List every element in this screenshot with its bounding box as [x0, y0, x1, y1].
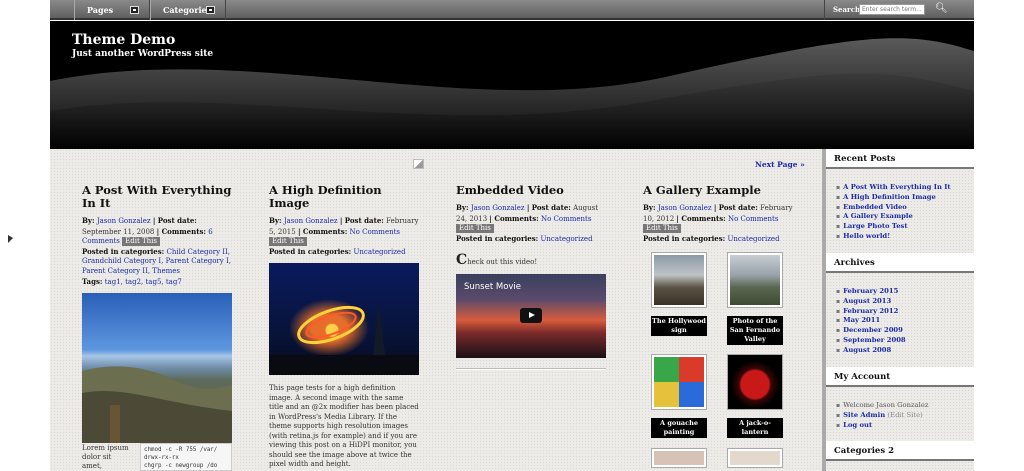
post-meta: By: Jason Gonzalez | Post date: February… — [269, 216, 419, 256]
archives-list: February 2015 August 2013 February 2012 … — [836, 287, 906, 356]
mouse-cursor-icon — [8, 235, 13, 243]
edit-post-button[interactable]: Edit This — [122, 237, 161, 247]
list-item[interactable]: February 2012 — [836, 307, 906, 317]
list-item[interactable]: Embedded Video — [836, 203, 951, 213]
gallery-thumb[interactable] — [651, 448, 707, 469]
next-page-link[interactable]: Next Page » — [755, 160, 805, 169]
post-excerpt: Lorem ipsum dolor sit amet, consectetuer — [82, 444, 129, 470]
author-link[interactable]: Jason Gonzalez — [284, 217, 338, 225]
edit-site-link: (Edit Site) — [887, 410, 923, 419]
list-item[interactable]: A Post With Everything In It — [836, 183, 951, 193]
post-hd-image: A High Definition Image By: Jason Gonzal… — [269, 184, 419, 471]
logout-link: Log out — [843, 420, 873, 429]
image-gallery: The Hollywood sign Photo of the San Fern… — [643, 252, 793, 469]
post-body: This page tests for a high definition im… — [269, 384, 419, 469]
top-nav-bar: Pages Categories Search: 🔍︎ — [50, 0, 974, 20]
nav-categories-label: Categories — [163, 5, 212, 15]
post-meta: By: Jason Gonzalez | Post date: February… — [643, 203, 793, 243]
list-item[interactable]: February 2015 — [836, 287, 906, 297]
gallery-thumb-valley[interactable] — [727, 252, 783, 309]
edit-post-button[interactable]: Edit This — [269, 237, 307, 247]
category-links[interactable]: Uncategorized — [728, 235, 780, 243]
list-item[interactable]: December 2009 — [836, 326, 906, 336]
comments-link[interactable]: No Comments — [350, 228, 400, 236]
nav-categories-menu[interactable]: Categories — [150, 0, 226, 20]
video-title[interactable]: Sunset Movie — [464, 282, 521, 292]
gallery-thumb-hollywood[interactable] — [651, 252, 707, 309]
post-title[interactable]: A Post With Everything In It — [82, 184, 232, 210]
nav-pages-label: Pages — [87, 5, 114, 15]
main-content: Next Page » A Post With Everything In It… — [50, 149, 822, 471]
gallery-caption: The Hollywood sign — [651, 316, 707, 337]
gallery-caption: Photo of the San Fernando Valley — [727, 316, 783, 346]
nav-pages-menu[interactable]: Pages — [74, 0, 150, 20]
author-link[interactable]: Jason Gonzalez — [97, 217, 151, 225]
gallery-thumb[interactable] — [727, 448, 783, 469]
video-player[interactable]: Sunset Movie — [456, 274, 606, 359]
list-item[interactable]: Site Admin (Edit Site) — [836, 411, 928, 421]
list-item[interactable]: September 2008 — [836, 336, 906, 346]
list-item[interactable]: A High Definition Image — [836, 193, 951, 203]
sidebar: Recent Posts A Post With Everything In I… — [822, 149, 974, 471]
post-everything: A Post With Everything In It By: Jason G… — [82, 184, 232, 444]
account-list: Welcome Jason Gonzalez Site Admin (Edit … — [836, 401, 928, 430]
site-admin-link: Site Admin — [843, 410, 886, 419]
search-input[interactable] — [859, 4, 925, 15]
edit-post-button[interactable]: Edit This — [643, 224, 681, 234]
list-item[interactable]: Log out — [836, 421, 928, 431]
dropdown-icon — [130, 6, 139, 14]
category-links[interactable]: Uncategorized — [354, 248, 406, 256]
site-title[interactable]: Theme Demo — [72, 32, 175, 48]
coastal-landscape-image — [82, 293, 232, 444]
post-gallery: A Gallery Example By: Jason Gonzalez | P… — [643, 184, 793, 469]
header-wave-graphic — [50, 38, 974, 149]
drop-cap: C — [456, 252, 468, 269]
list-item[interactable]: August 2013 — [836, 297, 906, 307]
widget-title-my-account: My Account — [826, 367, 974, 387]
post-title[interactable]: A Gallery Example — [643, 184, 793, 197]
gallery-thumb-gouache[interactable] — [651, 354, 707, 411]
fairground-ride-image — [269, 263, 419, 376]
list-item[interactable]: Large Photo Test — [836, 222, 951, 232]
widget-title-archives: Archives — [826, 253, 974, 273]
author-link[interactable]: Jason Gonzalez — [658, 204, 712, 212]
comments-link[interactable]: No Comments — [541, 215, 591, 223]
recent-posts-list: A Post With Everything In It A High Defi… — [836, 183, 951, 242]
widget-title-categories: Categories 2 — [826, 441, 974, 461]
author-link[interactable]: Jason Gonzalez — [471, 204, 525, 212]
list-item[interactable]: A Gallery Example — [836, 212, 951, 222]
page-curl-icon — [413, 159, 424, 169]
search-icon[interactable]: 🔍︎ — [935, 3, 948, 15]
post-meta: By: Jason Gonzalez | Post date: August 2… — [456, 203, 599, 243]
list-item[interactable]: August 2008 — [836, 346, 906, 356]
gallery-caption: A gouache painting — [651, 418, 707, 439]
post-meta: By: Jason Gonzalez | Post date: Septembe… — [82, 216, 231, 286]
post-divider — [456, 368, 606, 371]
dropdown-icon — [206, 6, 215, 14]
play-icon[interactable] — [520, 308, 542, 324]
edit-post-button[interactable]: Edit This — [456, 224, 494, 234]
list-item[interactable]: Hello world! — [836, 232, 951, 242]
widget-title-recent-posts: Recent Posts — [826, 149, 974, 169]
gallery-caption: A jack-o-lantern — [727, 418, 783, 439]
tag-links[interactable]: tag1, tag2, tag5, tag7 — [105, 278, 182, 286]
video-intro: Check out this video! — [456, 252, 538, 269]
site-header: Theme Demo Just another WordPress site — [50, 21, 974, 149]
post-title[interactable]: A High Definition Image — [269, 184, 419, 210]
search-area: Search: 🔍︎ — [824, 0, 974, 20]
site-description: Just another WordPress site — [72, 49, 214, 59]
gallery-thumb-jack-o-lantern[interactable] — [727, 354, 783, 411]
list-item[interactable]: May 2011 — [836, 316, 906, 326]
list-item: Welcome Jason Gonzalez — [836, 401, 928, 411]
post-embedded-video: Embedded Video By: Jason Gonzalez | Post… — [456, 184, 606, 371]
post-title[interactable]: Embedded Video — [456, 184, 606, 197]
category-links[interactable]: Uncategorized — [541, 235, 593, 243]
code-block: chmod -c -R 755 /var/ drwx-rx-rx chgrp -… — [140, 443, 232, 471]
comments-link[interactable]: No Comments — [728, 215, 778, 223]
